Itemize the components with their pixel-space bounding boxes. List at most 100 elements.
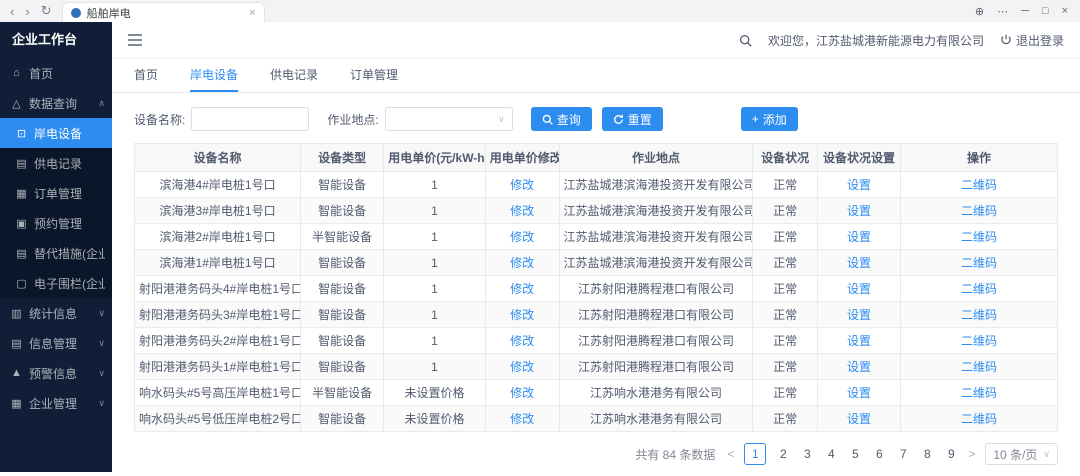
window-minimize-icon[interactable]: ─ bbox=[1021, 5, 1029, 17]
modify-link[interactable]: 修改 bbox=[510, 334, 534, 348]
qrcode-link[interactable]: 二维码 bbox=[961, 282, 997, 296]
chevron-down-icon: ∨ bbox=[98, 368, 105, 379]
qrcode-link[interactable]: 二维码 bbox=[961, 360, 997, 374]
page-number[interactable]: 8 bbox=[920, 447, 934, 461]
sidebar-item-label: 信息管理 bbox=[29, 335, 92, 352]
page-size-select[interactable]: 10 条/页∨ bbox=[985, 443, 1058, 465]
qrcode-link[interactable]: 二维码 bbox=[961, 204, 997, 218]
setting-link[interactable]: 设置 bbox=[847, 204, 871, 218]
qrcode-link[interactable]: 二维码 bbox=[961, 230, 997, 244]
price-modify-cell: 修改 bbox=[485, 406, 559, 432]
sidebar-item-shore-power-devices[interactable]: ⊡岸电设备 bbox=[0, 118, 112, 148]
page-number[interactable]: 2 bbox=[776, 447, 790, 461]
device-icon: ⊡ bbox=[15, 127, 28, 140]
qrcode-link[interactable]: 二维码 bbox=[961, 412, 997, 426]
price-modify-cell: 修改 bbox=[485, 198, 559, 224]
sidebar-item-warning-information[interactable]: ▲预警信息∨ bbox=[0, 358, 112, 388]
browser-window-controls: ⊕ ⋯ ─ □ × bbox=[963, 0, 1080, 22]
setting-link[interactable]: 设置 bbox=[847, 178, 871, 192]
sidebar-collapse-icon[interactable] bbox=[128, 34, 142, 46]
modify-link[interactable]: 修改 bbox=[510, 386, 534, 400]
logout-button[interactable]: 退出登录 bbox=[1000, 32, 1064, 49]
device-type-cell: 智能设备 bbox=[301, 328, 384, 354]
page-tab[interactable]: 供电记录 bbox=[270, 59, 318, 92]
table-row: 滨海港3#岸电桩1号口智能设备1修改江苏盐城港滨海港投资开发有限公司正常设置二维… bbox=[135, 198, 1058, 224]
page-tab[interactable]: 首页 bbox=[134, 59, 158, 92]
page-number[interactable]: 1 bbox=[744, 443, 766, 465]
modify-link[interactable]: 修改 bbox=[510, 230, 534, 244]
browser-globe-icon[interactable]: ⊕ bbox=[975, 5, 984, 18]
sidebar-item-electronic-fence[interactable]: ▢电子围栏(企业) bbox=[0, 268, 112, 298]
modify-link[interactable]: 修改 bbox=[510, 308, 534, 322]
qrcode-link[interactable]: 二维码 bbox=[961, 308, 997, 322]
location-cell: 江苏盐城港滨海港投资开发有限公司 bbox=[559, 172, 753, 198]
sidebar-item-label: 订单管理 bbox=[34, 185, 105, 202]
location-select[interactable]: ∨ bbox=[385, 107, 513, 131]
setting-link[interactable]: 设置 bbox=[847, 282, 871, 296]
qrcode-link[interactable]: 二维码 bbox=[961, 386, 997, 400]
sidebar-item-reservation-management[interactable]: ▣预约管理 bbox=[0, 208, 112, 238]
page-number[interactable]: 3 bbox=[800, 447, 814, 461]
sidebar-item-power-supply-records[interactable]: ▤供电记录 bbox=[0, 148, 112, 178]
modify-link[interactable]: 修改 bbox=[510, 178, 534, 192]
browser-refresh-icon[interactable]: ↻ bbox=[41, 3, 52, 19]
setting-link[interactable]: 设置 bbox=[847, 256, 871, 270]
device-name-cell: 射阳港港务码头4#岸电桩1号口 bbox=[135, 276, 301, 302]
sidebar-item-enterprise-management[interactable]: ▦企业管理∨ bbox=[0, 388, 112, 418]
column-header: 设备名称 bbox=[135, 144, 301, 172]
sidebar-item-order-management[interactable]: ▦订单管理 bbox=[0, 178, 112, 208]
device-type-cell: 半智能设备 bbox=[301, 224, 384, 250]
price-modify-cell: 修改 bbox=[485, 380, 559, 406]
pagination: 共有 84 条数据<123456789>10 条/页∨ bbox=[112, 432, 1080, 476]
setting-link[interactable]: 设置 bbox=[847, 334, 871, 348]
window-close-icon[interactable]: × bbox=[1062, 5, 1068, 17]
qrcode-link[interactable]: 二维码 bbox=[961, 256, 997, 270]
page-number[interactable]: 7 bbox=[896, 447, 910, 461]
modify-link[interactable]: 修改 bbox=[510, 412, 534, 426]
window-maximize-icon[interactable]: □ bbox=[1042, 5, 1049, 17]
reset-button[interactable]: 重置 bbox=[602, 107, 663, 131]
setting-link[interactable]: 设置 bbox=[847, 412, 871, 426]
browser-more-icon[interactable]: ⋯ bbox=[997, 5, 1008, 18]
prev-page-icon[interactable]: < bbox=[727, 447, 734, 461]
modify-link[interactable]: 修改 bbox=[510, 204, 534, 218]
tab-close-icon[interactable]: × bbox=[249, 7, 255, 19]
search-button[interactable]: 查询 bbox=[531, 107, 592, 131]
device-type-cell: 智能设备 bbox=[301, 172, 384, 198]
page-tab[interactable]: 订单管理 bbox=[350, 59, 398, 92]
browser-tab[interactable]: 船舶岸电 × bbox=[62, 2, 265, 22]
sidebar-item-data-query[interactable]: △数据查询∧ bbox=[0, 88, 112, 118]
device-name-cell: 响水码头#5号低压岸电桩2号口 bbox=[135, 406, 301, 432]
browser-forward-icon[interactable]: › bbox=[25, 4, 29, 19]
browser-back-icon[interactable]: ‹ bbox=[10, 4, 14, 19]
add-button[interactable]: + 添加 bbox=[741, 107, 798, 131]
setting-link[interactable]: 设置 bbox=[847, 386, 871, 400]
page-tab[interactable]: 岸电设备 bbox=[190, 59, 238, 92]
location-label: 作业地点: bbox=[327, 111, 378, 128]
setting-link[interactable]: 设置 bbox=[847, 308, 871, 322]
qrcode-link[interactable]: 二维码 bbox=[961, 334, 997, 348]
status-setting-cell: 设置 bbox=[817, 302, 900, 328]
page-number[interactable]: 5 bbox=[848, 447, 862, 461]
qrcode-link[interactable]: 二维码 bbox=[961, 178, 997, 192]
price-cell: 1 bbox=[384, 302, 486, 328]
sidebar-item-statistics[interactable]: ▥统计信息∨ bbox=[0, 298, 112, 328]
modify-link[interactable]: 修改 bbox=[510, 282, 534, 296]
sidebar-item-home[interactable]: ⌂首页 bbox=[0, 58, 112, 88]
next-page-icon[interactable]: > bbox=[968, 447, 975, 461]
device-name-input[interactable] bbox=[191, 107, 309, 131]
setting-link[interactable]: 设置 bbox=[847, 230, 871, 244]
sidebar-item-alternative-measures[interactable]: ▤替代措施(企业) bbox=[0, 238, 112, 268]
price-modify-cell: 修改 bbox=[485, 224, 559, 250]
modify-link[interactable]: 修改 bbox=[510, 256, 534, 270]
page-number[interactable]: 6 bbox=[872, 447, 886, 461]
page-number[interactable]: 4 bbox=[824, 447, 838, 461]
setting-link[interactable]: 设置 bbox=[847, 360, 871, 374]
modify-link[interactable]: 修改 bbox=[510, 360, 534, 374]
sidebar-item-information-management[interactable]: ▤信息管理∨ bbox=[0, 328, 112, 358]
status-cell: 正常 bbox=[753, 302, 818, 328]
logout-label: 退出登录 bbox=[1016, 32, 1064, 49]
page-number[interactable]: 9 bbox=[944, 447, 958, 461]
column-header: 设备状况设置 bbox=[817, 144, 900, 172]
search-icon[interactable] bbox=[739, 34, 752, 47]
